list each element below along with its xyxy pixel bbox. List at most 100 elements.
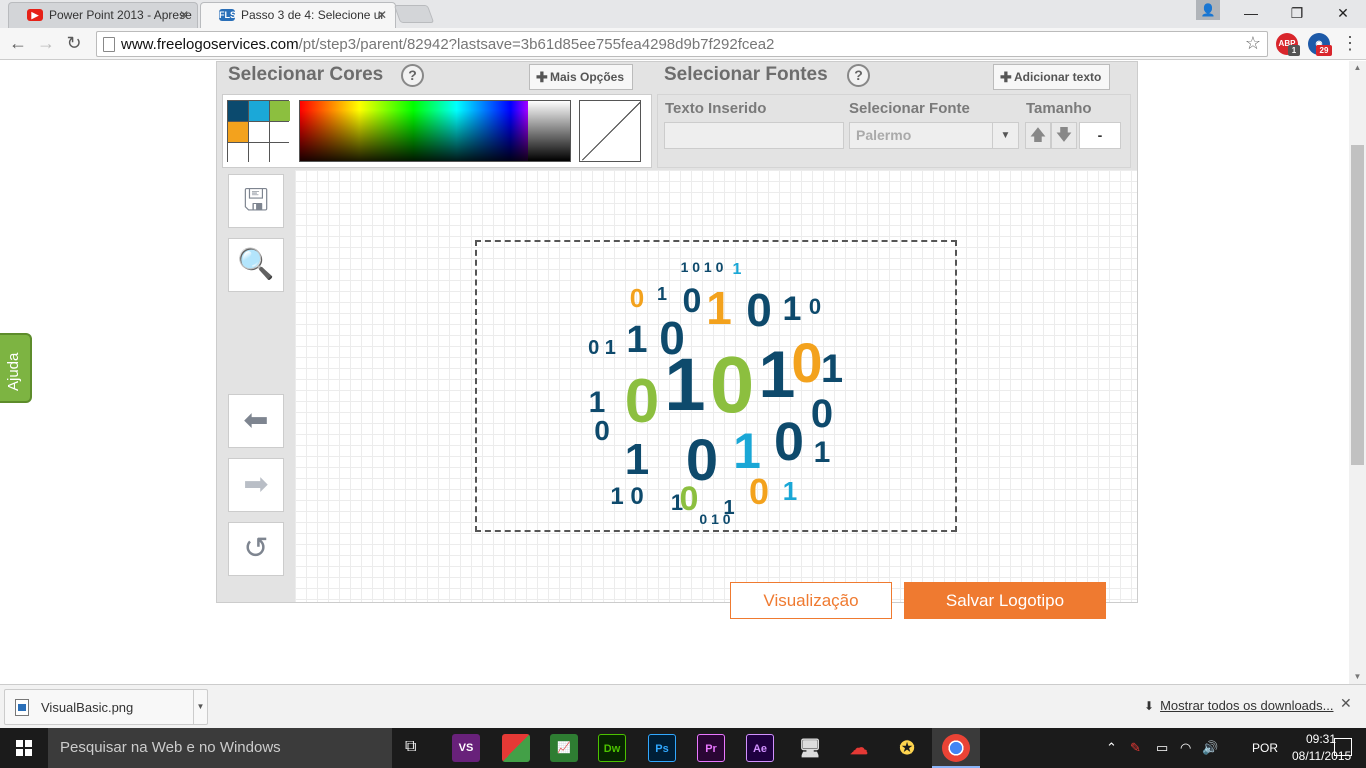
creative-cloud-icon[interactable]: ☁ — [845, 734, 873, 762]
bookmark-star-icon[interactable]: ☆ — [1245, 33, 1261, 54]
grayscale-picker[interactable] — [528, 101, 570, 161]
dreamweaver-icon[interactable]: Dw — [598, 734, 626, 762]
save-tool-button[interactable]: 🖫 — [228, 174, 284, 228]
acrobat-icon[interactable]: ✎ — [1130, 740, 1141, 756]
chrome-icon[interactable] — [942, 734, 970, 762]
more-options-button[interactable]: ✚ Mais Opções — [529, 64, 634, 90]
forward-icon[interactable]: → — [34, 32, 58, 56]
start-button[interactable] — [0, 728, 48, 768]
colors-help-icon[interactable]: ? — [401, 64, 424, 87]
url-path: /pt/step3/parent/82942?lastsave=3b61d85e… — [298, 36, 775, 53]
font-select[interactable]: Palermo ▼ — [849, 122, 1019, 149]
computer-icon[interactable]: 🖥 — [796, 734, 824, 762]
close-icon[interactable]: ✕ — [377, 3, 387, 27]
color-spectrum-picker[interactable] — [299, 100, 571, 162]
browser-tab-powerpoint[interactable]: ▶ Power Point 2013 - Aprese ✕ — [8, 2, 198, 28]
after-effects-icon[interactable]: Ae — [746, 734, 774, 762]
logo-glyph: 1 — [733, 261, 742, 278]
new-tab-button[interactable] — [393, 5, 435, 23]
scroll-down-icon[interactable]: ▼ — [1349, 670, 1366, 684]
help-tab[interactable]: Ajuda — [0, 333, 32, 403]
save-logo-button[interactable]: Salvar Logotipo — [904, 582, 1106, 619]
redo-button[interactable]: ➡ — [228, 458, 284, 512]
font-select-value: Palermo — [856, 127, 912, 143]
no-color-swatch[interactable] — [579, 100, 641, 162]
page-scrollbar[interactable]: ▲ ▼ — [1349, 61, 1366, 684]
download-item[interactable]: VisualBasic.png ▼ — [4, 689, 208, 725]
color-swatch[interactable] — [228, 101, 248, 121]
arrow-right-icon: ➡ — [243, 468, 269, 501]
close-icon[interactable]: ✕ — [1340, 695, 1352, 712]
back-icon[interactable]: ← — [6, 32, 30, 56]
app-icon[interactable]: ✪ — [893, 734, 921, 762]
help-tab-label: Ajuda — [5, 352, 22, 391]
minimize-icon[interactable]: — — [1228, 0, 1274, 26]
close-icon[interactable]: ✕ — [179, 3, 189, 27]
reload-icon[interactable]: ↻ — [62, 32, 86, 56]
taskbar-search[interactable]: Pesquisar na Web e no Windows — [48, 728, 392, 768]
profile-icon[interactable]: 👤 — [1196, 0, 1220, 20]
design-canvas[interactable]: 1 0 1 0 1 0 1 0 1 0 1 0 0 1 1 0 0 1 1 0 … — [295, 170, 1137, 602]
plus-icon: ✚ — [1000, 69, 1012, 85]
restore-icon[interactable]: ❐ — [1274, 0, 1320, 26]
color-swatch[interactable] — [228, 122, 248, 142]
scroll-thumb[interactable] — [1351, 145, 1364, 465]
color-swatch[interactable] — [270, 101, 290, 121]
color-swatch[interactable] — [228, 143, 248, 163]
reset-button[interactable]: ↺ — [228, 522, 284, 576]
color-swatch[interactable] — [249, 101, 269, 121]
show-all-label: Mostrar todos os downloads... — [1160, 698, 1334, 713]
tab-title: Passo 3 de 4: Selecione ur — [241, 8, 385, 22]
add-text-button[interactable]: ✚ Adicionar texto — [993, 64, 1111, 90]
inserted-text-input[interactable] — [664, 122, 844, 149]
color-swatch[interactable] — [270, 122, 290, 142]
zoom-tool-button[interactable]: 🔍 — [228, 238, 284, 292]
color-swatch[interactable] — [249, 122, 269, 142]
show-all-downloads-link[interactable]: ⬇ Mostrar todos os downloads... — [1144, 698, 1333, 713]
chevron-up-icon[interactable]: ⌃ — [1106, 740, 1117, 756]
logo-glyph: 0 — [683, 282, 702, 320]
logo-glyph: 0 — [791, 331, 822, 394]
visual-studio-icon[interactable]: VS — [452, 734, 480, 762]
binary-sphere-logo[interactable]: 1 0 1 0 1 0 1 0 1 0 1 0 0 1 1 0 0 1 1 0 … — [477, 242, 955, 530]
color-swatch[interactable] — [270, 143, 290, 163]
address-bar[interactable]: www.freelogoservices.com/pt/step3/parent… — [96, 31, 1268, 57]
save-icon: 🖫 — [243, 184, 269, 217]
clock-time[interactable]: 09:31 — [1306, 732, 1336, 746]
logo-glyph: 1 0 — [610, 483, 643, 510]
download-icon: ⬇ — [1144, 699, 1155, 713]
volume-icon[interactable]: 🔊 — [1202, 740, 1218, 756]
size-up-button[interactable]: 🡅 — [1025, 122, 1051, 149]
browser-tab-freelogo[interactable]: FLS Passo 3 de 4: Selecione ur ✕ — [200, 2, 396, 28]
language-indicator[interactable]: POR — [1252, 741, 1278, 755]
logo-glyph: 1 — [626, 319, 647, 361]
chart-app-icon[interactable]: 📈 — [550, 734, 578, 762]
task-view-icon[interactable]: ⧉ — [405, 738, 416, 756]
size-value[interactable]: - — [1079, 122, 1121, 149]
browser-toolbar: ← → ↻ www.freelogoservices.com/pt/step3/… — [0, 28, 1366, 60]
size-down-button[interactable]: 🡇 — [1051, 122, 1077, 149]
preview-button[interactable]: Visualização — [730, 582, 892, 619]
photoshop-icon[interactable]: Ps — [648, 734, 676, 762]
fonts-panel-title: Selecionar Fontes — [664, 64, 828, 85]
browser-tab-strip: ▶ Power Point 2013 - Aprese ✕ FLS Passo … — [0, 0, 1366, 28]
reset-icon: ↺ — [243, 532, 269, 565]
logo-glyph: 1 — [759, 337, 796, 411]
scroll-up-icon[interactable]: ▲ — [1349, 61, 1366, 75]
logo-glyph: 0 — [746, 284, 772, 336]
arrow-up-icon: 🡅 — [1029, 127, 1047, 144]
color-swatch[interactable] — [249, 143, 269, 163]
office-app-icon[interactable] — [502, 734, 530, 762]
undo-button[interactable]: ⬅ — [228, 394, 284, 448]
close-window-icon[interactable]: ✕ — [1320, 0, 1366, 26]
premiere-icon[interactable]: Pr — [697, 734, 725, 762]
chevron-down-icon[interactable]: ▼ — [193, 690, 207, 724]
chrome-menu-icon[interactable]: ⋮ — [1340, 33, 1360, 55]
notification-icon[interactable] — [1334, 738, 1352, 756]
selection-box[interactable]: 1 0 1 0 1 0 1 0 1 0 1 0 0 1 1 0 0 1 1 0 … — [475, 240, 957, 532]
wifi-icon[interactable]: ◠ — [1180, 740, 1191, 756]
fonts-help-icon[interactable]: ? — [847, 64, 870, 87]
download-file-name: VisualBasic.png — [41, 700, 134, 715]
battery-icon[interactable]: ▭ — [1156, 740, 1168, 756]
fonts-panel: Selecionar Fontes ? ✚ Adicionar texto Te… — [657, 62, 1137, 170]
